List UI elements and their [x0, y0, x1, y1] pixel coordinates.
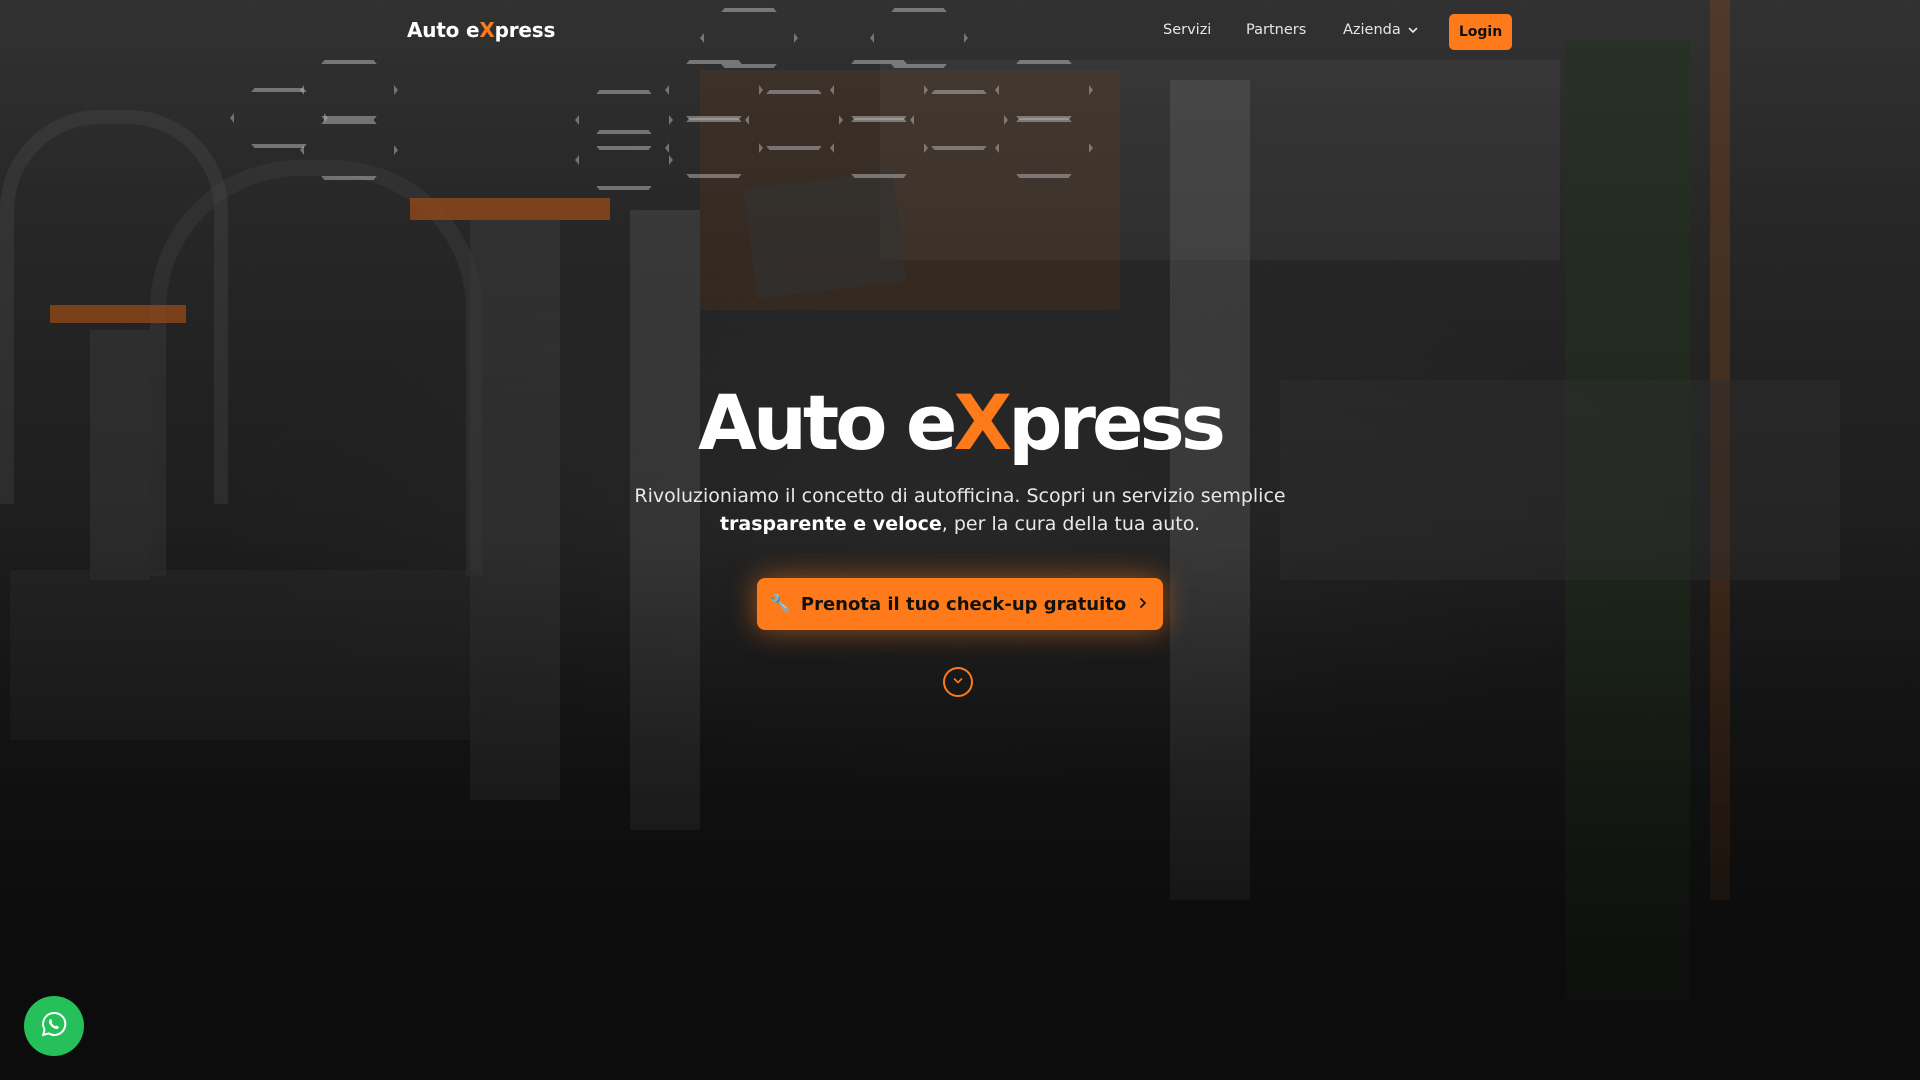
wrench-icon: 🔧: [769, 594, 791, 614]
nav-dropdown-label: Azienda: [1343, 22, 1401, 38]
hero-title-prefix: Auto e: [698, 378, 957, 467]
brand-logo[interactable]: Auto eXpress: [407, 18, 555, 42]
chevron-down-icon: [951, 673, 965, 692]
brand-x: X: [479, 18, 495, 42]
hero-subtitle-highlight: trasparente e veloce: [719, 513, 942, 535]
hero-subtitle-line2: , per la cura della tua auto.: [941, 513, 1201, 535]
whatsapp-icon: [40, 1010, 68, 1042]
nav-dropdown-azienda[interactable]: Azienda: [1343, 22, 1419, 38]
chevron-down-icon: [1407, 24, 1419, 36]
nav-link-servizi[interactable]: Servizi: [1163, 22, 1211, 38]
nav-link-partners[interactable]: Partners: [1246, 22, 1306, 38]
hero-dark-overlay: [0, 0, 1920, 1080]
hero-title: Auto eXpress: [0, 378, 1920, 468]
login-button[interactable]: Login: [1449, 14, 1512, 50]
hero-subtitle-line1: Rivoluzioniamo il concetto di autofficin…: [634, 485, 1286, 507]
top-navbar: Auto eXpress Servizi Partners Azienda Lo…: [0, 0, 1920, 64]
brand-prefix: Auto e: [407, 18, 480, 42]
brand-suffix: press: [494, 18, 556, 42]
hero-subtitle: Rivoluzioniamo il concetto di autofficin…: [560, 482, 1360, 538]
scroll-down-button[interactable]: [943, 667, 973, 697]
book-checkup-button[interactable]: 🔧 Prenota il tuo check-up gratuito: [757, 578, 1163, 630]
whatsapp-chat-button[interactable]: [24, 996, 84, 1056]
book-checkup-label: Prenota il tuo check-up gratuito: [800, 593, 1127, 615]
hero-title-x: X: [953, 378, 1012, 467]
hero-title-suffix: press: [1008, 378, 1226, 467]
hero-background: [0, 0, 1920, 1080]
chevron-right-icon: [1136, 594, 1150, 615]
